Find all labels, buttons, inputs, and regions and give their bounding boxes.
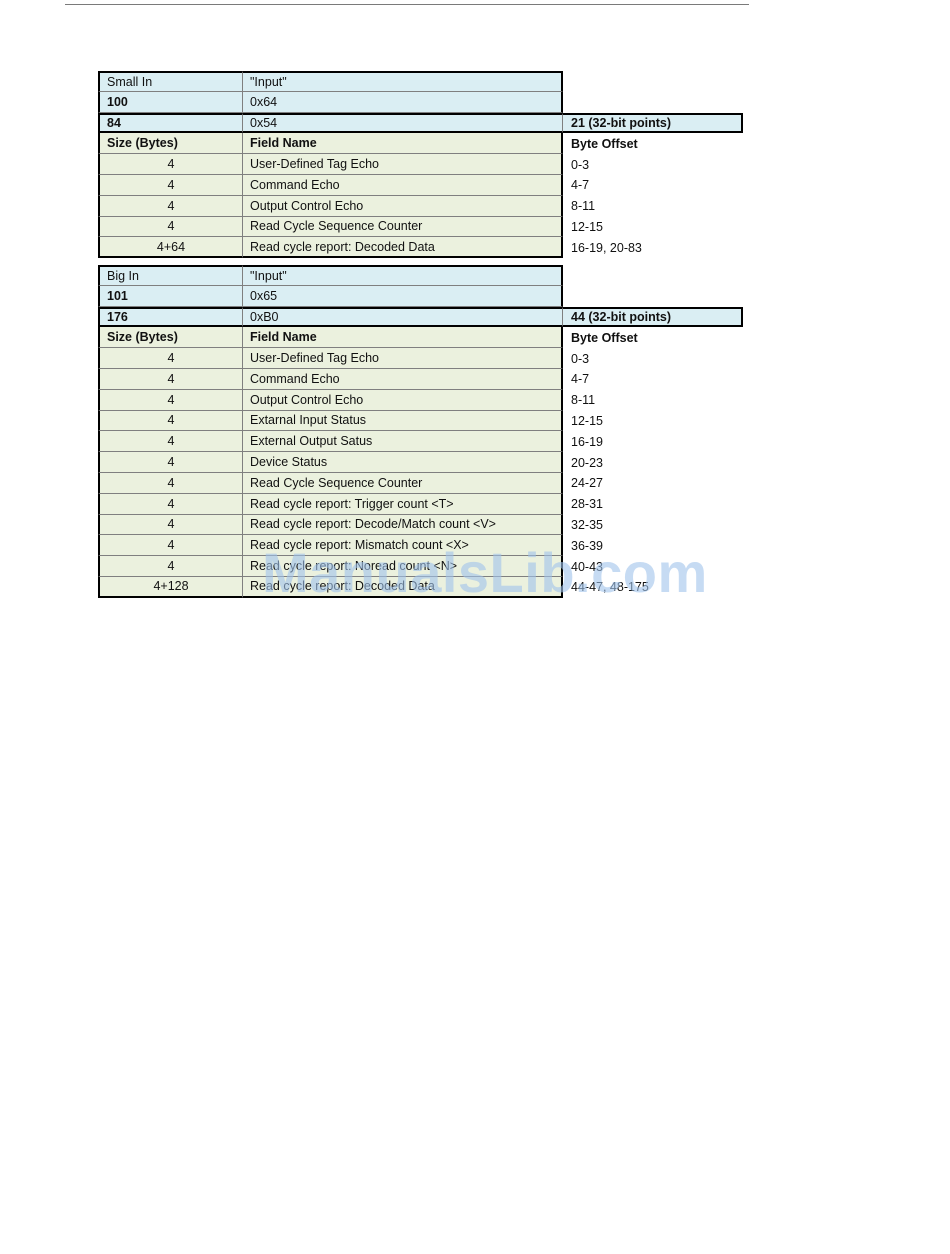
- row-size: 4: [98, 556, 243, 577]
- size-points: 21 (32-bit points): [563, 112, 743, 134]
- row-offset: 16-19: [571, 434, 603, 449]
- row-offset: 28-31: [571, 497, 603, 512]
- row-field: Output Control Echo: [243, 195, 563, 217]
- instance-row: 101 0x65: [98, 285, 743, 307]
- table-row: 4 Read cycle report: Decode/Match count …: [98, 514, 743, 536]
- assembly-type: "Input": [243, 71, 563, 92]
- row-size: 4: [98, 195, 243, 217]
- row-field: Output Control Echo: [243, 389, 563, 411]
- column-header-field: Field Name: [243, 327, 563, 349]
- row-offset: 32-35: [571, 517, 603, 532]
- column-header-field: Field Name: [243, 133, 563, 155]
- assembly-name-row: Small In "Input": [98, 71, 743, 92]
- table-row: 4 External Output Satus 16-19: [98, 431, 743, 453]
- row-field: Read Cycle Sequence Counter: [243, 216, 563, 238]
- size-decimal: 84: [98, 112, 243, 134]
- row-field: User-Defined Tag Echo: [243, 348, 563, 369]
- table-row: 4 Command Echo 4-7: [98, 174, 743, 196]
- assembly-type: "Input": [243, 265, 563, 286]
- column-header-size: Size (Bytes): [98, 133, 243, 155]
- table-row: 4 User-Defined Tag Echo 0-3: [98, 154, 743, 175]
- row-offset: 40-43: [571, 559, 603, 574]
- top-rule: [65, 4, 749, 5]
- size-hex: 0xB0: [243, 306, 563, 328]
- instance-decimal: 101: [98, 285, 243, 307]
- table-row: 4 Read cycle report: Trigger count <T> 2…: [98, 493, 743, 515]
- row-field: Read cycle report: Decoded Data: [243, 576, 563, 598]
- size-points: 44 (32-bit points): [563, 306, 743, 328]
- row-field: User-Defined Tag Echo: [243, 154, 563, 175]
- instance-hex: 0x65: [243, 285, 563, 307]
- row-offset: 8-11: [571, 199, 596, 214]
- assembly-name-row: Big In "Input": [98, 265, 743, 286]
- table-row: 4 Read Cycle Sequence Counter 12-15: [98, 216, 743, 238]
- small-in-table: Small In "Input" 100 0x64 84 0x54 21 (32…: [98, 71, 743, 259]
- column-header-offset: Byte Offset: [571, 330, 638, 345]
- row-field: External Output Satus: [243, 431, 563, 453]
- row-size: 4: [98, 368, 243, 390]
- row-size: 4: [98, 154, 243, 175]
- table-row: 4 Output Control Echo 8-11: [98, 195, 743, 217]
- column-header-row: Size (Bytes) Field Name Byte Offset: [98, 133, 743, 155]
- row-size: 4: [98, 472, 243, 494]
- row-field: Read cycle report: Noread count <N>: [243, 556, 563, 577]
- row-offset: 36-39: [571, 538, 603, 553]
- size-decimal: 176: [98, 306, 243, 328]
- table-row: 4+128 Read cycle report: Decoded Data 44…: [98, 576, 743, 598]
- row-offset: 12-15: [571, 219, 603, 234]
- row-size: 4: [98, 216, 243, 238]
- row-size: 4: [98, 452, 243, 473]
- row-offset: 0-3: [571, 157, 590, 172]
- row-size: 4+64: [98, 237, 243, 259]
- assembly-name: Small In: [98, 71, 243, 92]
- row-offset: 8-11: [571, 393, 596, 408]
- row-size: 4: [98, 389, 243, 411]
- row-offset: 24-27: [571, 476, 603, 491]
- row-field: Command Echo: [243, 368, 563, 390]
- row-offset: 44-47, 48-175: [571, 580, 649, 595]
- table-row: 4 Read cycle report: Noread count <N> 40…: [98, 556, 743, 577]
- row-size: 4: [98, 535, 243, 557]
- table-row: 4+64 Read cycle report: Decoded Data 16-…: [98, 237, 743, 259]
- table-row: 4 Extarnal Input Status 12-15: [98, 410, 743, 432]
- column-header-row: Size (Bytes) Field Name Byte Offset: [98, 327, 743, 349]
- row-offset: 12-15: [571, 413, 603, 428]
- row-field: Command Echo: [243, 174, 563, 196]
- row-offset: 4-7: [571, 372, 590, 387]
- table-row: 4 Read cycle report: Mismatch count <X> …: [98, 535, 743, 557]
- table-row: 4 Command Echo 4-7: [98, 368, 743, 390]
- row-size: 4: [98, 514, 243, 536]
- instance-row: 100 0x64: [98, 91, 743, 113]
- row-size: 4: [98, 410, 243, 432]
- row-field: Device Status: [243, 452, 563, 473]
- row-field: Read cycle report: Mismatch count <X>: [243, 535, 563, 557]
- table-row: 4 User-Defined Tag Echo 0-3: [98, 348, 743, 369]
- row-field: Extarnal Input Status: [243, 410, 563, 432]
- row-offset: 0-3: [571, 351, 590, 366]
- row-offset: 16-19, 20-83: [571, 240, 642, 255]
- row-size: 4: [98, 174, 243, 196]
- row-offset: 4-7: [571, 178, 590, 193]
- column-header-size: Size (Bytes): [98, 327, 243, 349]
- instance-hex: 0x64: [243, 91, 563, 113]
- assembly-name: Big In: [98, 265, 243, 286]
- size-row: 176 0xB0 44 (32-bit points): [98, 306, 743, 328]
- row-size: 4: [98, 431, 243, 453]
- column-header-offset: Byte Offset: [571, 136, 638, 151]
- size-row: 84 0x54 21 (32-bit points): [98, 112, 743, 134]
- instance-decimal: 100: [98, 91, 243, 113]
- row-field: Read Cycle Sequence Counter: [243, 472, 563, 494]
- row-size: 4+128: [98, 576, 243, 598]
- row-size: 4: [98, 348, 243, 369]
- table-row: 4 Output Control Echo 8-11: [98, 389, 743, 411]
- big-in-table: Big In "Input" 101 0x65 176 0xB0 44 (32-…: [98, 265, 743, 598]
- table-row: 4 Read Cycle Sequence Counter 24-27: [98, 472, 743, 494]
- row-size: 4: [98, 493, 243, 515]
- row-field: Read cycle report: Decoded Data: [243, 237, 563, 259]
- table-row: 4 Device Status 20-23: [98, 452, 743, 473]
- row-field: Read cycle report: Trigger count <T>: [243, 493, 563, 515]
- row-offset: 20-23: [571, 455, 603, 470]
- row-field: Read cycle report: Decode/Match count <V…: [243, 514, 563, 536]
- size-hex: 0x54: [243, 112, 563, 134]
